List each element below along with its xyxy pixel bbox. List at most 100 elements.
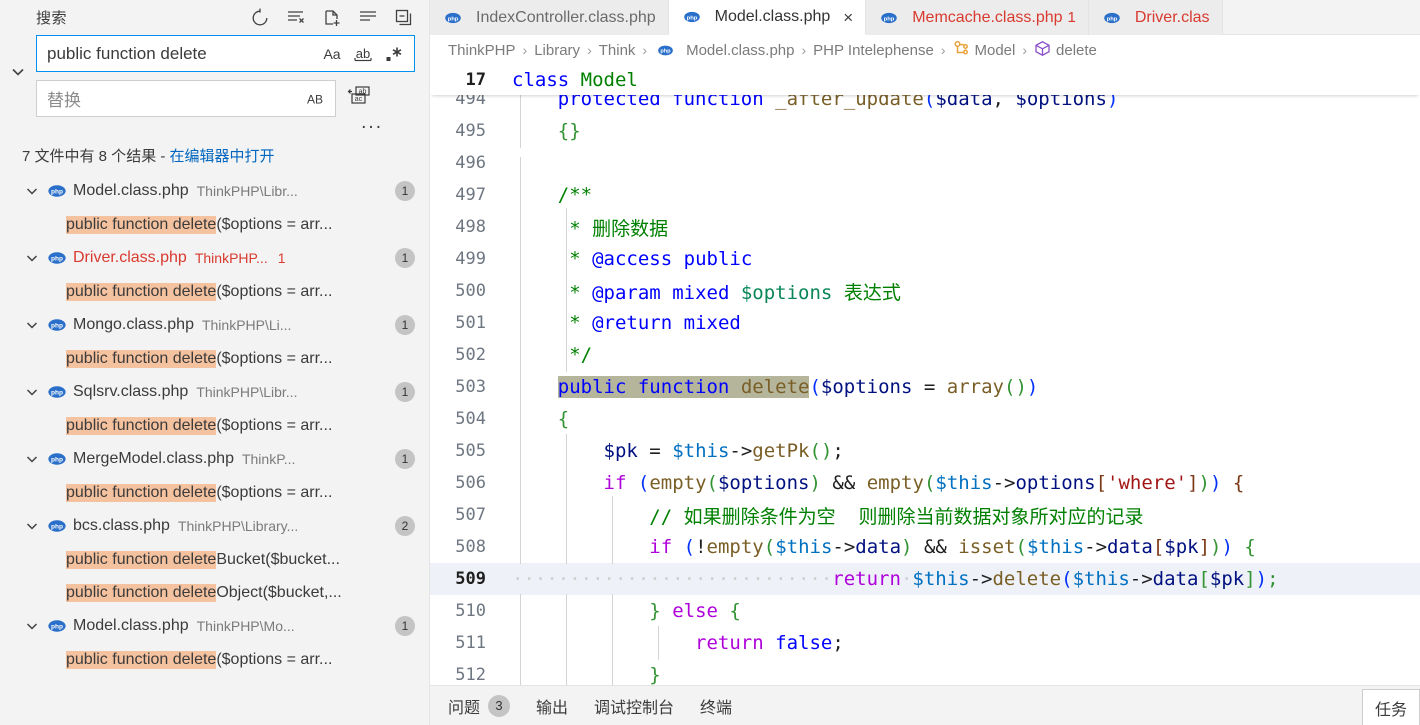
editor-tab[interactable]: php Driver.clas [1088, 0, 1223, 35]
panel-tab[interactable]: 问题 3 [448, 694, 511, 718]
search-result-match[interactable]: public function delete ($options = arr... [0, 476, 429, 509]
code-line[interactable]: 500 * @param mixed $options 表达式 [430, 271, 1420, 307]
view-as-tree-icon[interactable] [357, 7, 379, 29]
code-line[interactable]: 505 $pk = $this->getPk(); [430, 434, 1420, 468]
code-token: [ [1152, 536, 1165, 558]
more-actions-icon[interactable]: ... [361, 113, 383, 139]
use-regex-icon[interactable] [382, 42, 406, 66]
search-result-file[interactable]: php MergeModel.class.php ThinkP... 1 [0, 442, 429, 476]
panel-tab[interactable]: 终端 [700, 694, 732, 718]
new-search-editor-icon[interactable] [321, 7, 343, 29]
code-token: && [832, 472, 856, 494]
replace-all-icon[interactable]: ab ac [346, 80, 374, 114]
preserve-case-icon[interactable]: AB [303, 87, 327, 111]
line-number: 507 [455, 505, 486, 525]
svg-text:php: php [884, 16, 895, 22]
search-result-file[interactable]: php Mongo.class.php ThinkPHP\Li... 1 [0, 308, 429, 342]
close-icon[interactable]: × [843, 9, 853, 26]
search-result-match[interactable]: public function delete ($options = arr... [0, 342, 429, 375]
breadcrumb-item[interactable]: php Model.class.php [654, 39, 795, 61]
line-number: 495 [455, 121, 486, 141]
breadcrumb-item[interactable]: Model [953, 40, 1015, 61]
search-result-match[interactable]: public function delete ($options = arr... [0, 409, 429, 442]
code-line[interactable]: 496 [430, 147, 1420, 191]
code-line[interactable]: 508 if (!empty($this->data) && isset($th… [430, 530, 1420, 564]
search-results-list[interactable]: php Model.class.php ThinkPHP\Libr... 1 publi… [0, 174, 429, 725]
indent-guide [658, 626, 659, 660]
code-line[interactable]: 498 * 删除数据 [430, 207, 1420, 243]
breadcrumb-item[interactable]: delete [1034, 40, 1097, 61]
open-in-editor-link[interactable]: 在编辑器中打开 [170, 148, 275, 165]
panel-tab[interactable]: 调试控制台 [594, 694, 674, 718]
search-result-file[interactable]: php Model.class.php ThinkPHP\Libr... 1 [0, 174, 429, 208]
breadcrumb-item[interactable]: PHP Intelephense [813, 42, 934, 59]
match-whole-word-icon[interactable]: ab [351, 42, 375, 66]
indent-guide [520, 626, 521, 660]
search-result-file[interactable]: php Sqlsrv.class.php ThinkPHP\Libr... 1 [0, 375, 429, 409]
editor-tab[interactable]: php Memcache.class.php 1 [866, 0, 1089, 35]
chevron-down-icon[interactable] [24, 518, 46, 534]
code-token: delete [992, 568, 1062, 590]
code-line[interactable]: 504 { [430, 402, 1420, 436]
search-input[interactable]: public function delete Aa ab [36, 35, 415, 72]
code-token: ] [1244, 568, 1256, 590]
search-result-match[interactable]: public function delete Object($bucket,... [0, 576, 429, 609]
breadcrumb-item[interactable]: Library [534, 42, 580, 59]
search-result-file[interactable]: php Model.class.php ThinkPHP\Mo... 1 [0, 609, 429, 643]
code-token: else [672, 600, 718, 622]
chevron-down-icon[interactable] [24, 618, 46, 634]
search-result-match[interactable]: public function delete Bucket($bucket... [0, 543, 429, 576]
chevron-down-icon[interactable] [24, 317, 46, 333]
refresh-icon[interactable] [249, 7, 271, 29]
code-line[interactable]: 509 ····························return·$t… [430, 563, 1420, 595]
code-token: $this [912, 568, 970, 590]
code-line[interactable]: 502 */ [430, 338, 1420, 372]
editor-tab-bar[interactable]: php IndexController.class.php php Model.cla… [430, 0, 1420, 35]
panel-tab[interactable]: 输出 [536, 694, 568, 718]
chevron-down-icon[interactable] [24, 250, 46, 266]
result-file-path: ThinkPHP\Mo... [196, 618, 295, 634]
search-result-file[interactable]: php bcs.class.php ThinkPHP\Library... 2 [0, 509, 429, 543]
code-line[interactable]: 510 } else { [430, 594, 1420, 628]
code-token: data [1107, 536, 1153, 558]
search-result-match[interactable]: public function delete ($options = arr... [0, 643, 429, 676]
code-line[interactable]: 503 public function delete($options = ar… [430, 370, 1420, 404]
replace-input[interactable]: 替换 AB [36, 80, 336, 117]
code-line[interactable]: 507 // 如果删除条件为空 则删除当前数据对象所对应的记录 [430, 495, 1420, 531]
task-button[interactable]: 任务 [1361, 689, 1420, 725]
match-highlight: public function delete [66, 483, 217, 502]
breadcrumb[interactable]: ThinkPHP › Library › Think › php Model.class.ph… [430, 35, 1420, 65]
code-line[interactable]: 495 {} [430, 114, 1420, 148]
code-line[interactable]: 511 return false; [430, 626, 1420, 660]
code-token: {} [557, 120, 581, 142]
indent-guide [520, 338, 521, 372]
code-line[interactable]: 512 } [430, 658, 1420, 685]
search-result-match[interactable]: public function delete ($options = arr... [0, 208, 429, 241]
panel-tab-list[interactable]: 问题 3 输出 调试控制台 终端 [448, 694, 758, 718]
search-result-file[interactable]: php Driver.class.php ThinkPHP... 1 1 [0, 241, 429, 275]
editor-tab[interactable]: php Model.class.php × [668, 0, 867, 35]
toggle-replace-button[interactable] [0, 35, 36, 139]
code-token: empty [706, 536, 764, 558]
code-editor[interactable]: 17 class Model 494 protected function _a… [430, 65, 1420, 685]
chevron-down-icon[interactable] [24, 384, 46, 400]
breadcrumb-separator-icon: › [587, 42, 592, 58]
chevron-down-icon[interactable] [24, 183, 46, 199]
match-case-icon[interactable]: Aa [320, 42, 344, 66]
breadcrumb-item[interactable]: ThinkPHP [448, 42, 516, 59]
code-line[interactable]: 499 * @access public [430, 242, 1420, 276]
code-token: empty [866, 472, 924, 494]
code-line-text: } [512, 658, 661, 685]
code-line[interactable]: 506 if (empty($options) && empty($this->… [430, 466, 1420, 500]
editor-tab[interactable]: php IndexController.class.php [430, 0, 669, 35]
breadcrumb-item[interactable]: Think [599, 42, 636, 59]
chevron-down-icon[interactable] [24, 451, 46, 467]
search-result-match[interactable]: public function delete ($options = arr... [0, 275, 429, 308]
code-line[interactable]: 497 /** [430, 178, 1420, 212]
collapse-all-icon[interactable] [393, 7, 415, 29]
sticky-scroll[interactable]: 17 class Model [430, 65, 1420, 95]
code-line[interactable]: 501 * @return mixed [430, 306, 1420, 340]
clear-search-results-icon[interactable] [285, 7, 307, 29]
